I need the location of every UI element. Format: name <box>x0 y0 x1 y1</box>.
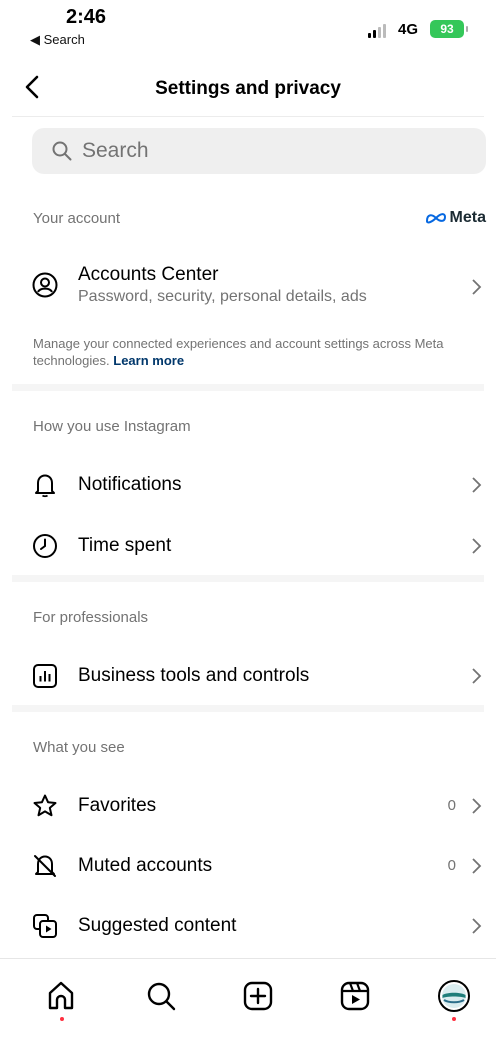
favorites-count: 0 <box>447 797 456 814</box>
business-tools-label: Business tools and controls <box>78 665 310 686</box>
chevron-right-icon <box>472 279 482 295</box>
bell-icon <box>35 474 55 498</box>
manage-text: Manage your connected experiences and ac… <box>33 336 444 368</box>
time-spent-row[interactable]: Time spent <box>0 519 496 573</box>
accounts-center-description: Manage your connected experiences and ac… <box>33 335 473 369</box>
back-to-app-link[interactable]: ◀ Search <box>30 32 85 48</box>
profile-notification-dot <box>452 1017 456 1021</box>
header-divider <box>12 116 484 117</box>
section-label-what-you-see: What you see <box>33 739 125 756</box>
accounts-center-subtitle: Password, security, personal details, ad… <box>78 288 367 305</box>
meta-logo: Meta <box>425 209 486 227</box>
accounts-center-title: Accounts Center <box>78 264 219 285</box>
header: Settings and privacy <box>0 60 496 116</box>
muted-accounts-count: 0 <box>447 857 456 874</box>
page-title: Settings and privacy <box>155 78 341 99</box>
create-icon[interactable] <box>241 979 275 1013</box>
section-label-how-you-use: How you use Instagram <box>33 418 191 435</box>
muted-accounts-label: Muted accounts <box>78 855 213 876</box>
profile-avatar[interactable] <box>437 979 471 1013</box>
star-icon <box>33 794 57 817</box>
accounts-center-icon <box>32 272 58 298</box>
favorites-row[interactable]: Favorites 0 <box>0 779 496 833</box>
signal-icon <box>368 24 386 38</box>
suggested-content-icon <box>33 914 57 938</box>
reels-icon[interactable] <box>338 979 372 1013</box>
status-time: 2:46 <box>66 6 107 28</box>
network-type: 4G <box>398 21 419 38</box>
home-notification-dot <box>60 1017 64 1021</box>
bottom-tab-bar <box>0 958 496 1045</box>
section-divider <box>12 705 484 712</box>
muted-accounts-row[interactable]: Muted accounts 0 <box>0 839 496 893</box>
status-bar: 2:46 ◀ Search 4G 93 <box>0 0 496 56</box>
chevron-right-icon <box>472 538 482 554</box>
chevron-right-icon <box>472 668 482 684</box>
notifications-label: Notifications <box>78 474 182 495</box>
chevron-right-icon <box>472 858 482 874</box>
chevron-right-icon <box>472 798 482 814</box>
search-icon[interactable] <box>144 979 178 1013</box>
insights-chart-icon <box>33 664 57 688</box>
favorites-label: Favorites <box>78 795 157 816</box>
section-divider <box>12 384 484 391</box>
search-input[interactable] <box>80 138 464 164</box>
muted-bell-icon <box>34 855 56 877</box>
search-bar[interactable] <box>32 128 486 174</box>
learn-more-link[interactable]: Learn more <box>113 353 184 368</box>
section-divider <box>12 575 484 582</box>
suggested-content-row[interactable]: Suggested content <box>0 899 496 953</box>
business-tools-row[interactable]: Business tools and controls <box>0 649 496 703</box>
battery-icon: 93 <box>430 20 468 38</box>
time-spent-label: Time spent <box>78 535 172 556</box>
section-label-your-account: Your account <box>33 210 121 227</box>
meta-infinity-icon <box>425 213 446 224</box>
clock-icon <box>33 534 57 558</box>
battery-level: 93 <box>440 22 454 36</box>
chevron-right-icon <box>472 918 482 934</box>
meta-brand-label: Meta <box>449 209 486 226</box>
notifications-row[interactable]: Notifications <box>0 458 496 512</box>
search-icon <box>52 141 72 161</box>
chevron-right-icon <box>472 477 482 493</box>
section-label-for-professionals: For professionals <box>33 609 149 626</box>
home-icon[interactable] <box>44 979 78 1013</box>
suggested-content-label: Suggested content <box>78 915 237 936</box>
